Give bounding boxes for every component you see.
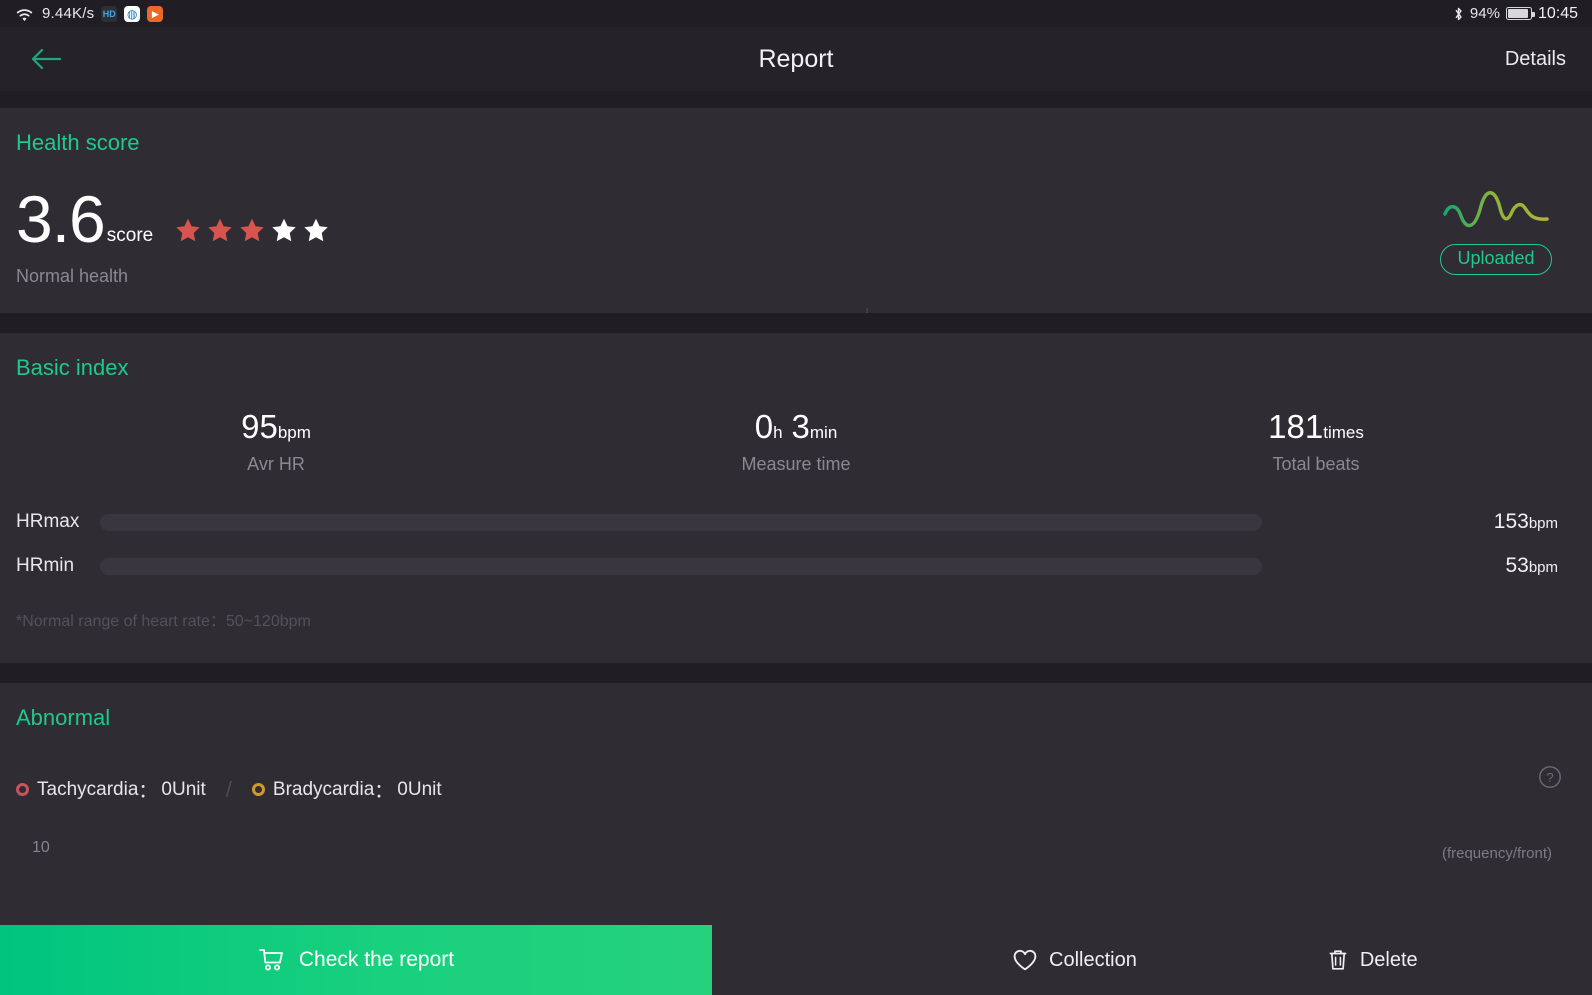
abnormal-title: Abnormal [16, 705, 111, 730]
legend-divider: / [225, 776, 232, 802]
abnormal-legend: Tachycardia ： 0Unit / Bradycardia ： 0Uni… [16, 776, 1576, 803]
hr-min-value: 53bpm [1505, 554, 1576, 578]
hr-max-row: HRmax 153bpm [16, 507, 1576, 537]
hr-max-unit: bpm [1528, 515, 1558, 533]
report-screen: 9.44K/s HD ◍ ▶ 94% 10:45 Report Details … [0, 0, 1592, 995]
trash-icon [1327, 948, 1349, 972]
divider-band-2 [0, 663, 1592, 683]
hr-min-unit: bpm [1528, 559, 1558, 577]
question-mark-icon[interactable]: ? [1538, 765, 1562, 789]
heart-outline-icon [1012, 948, 1038, 972]
check-report-label: Check the report [298, 948, 455, 971]
battery-percent: 94% [1469, 5, 1500, 22]
collection-button[interactable]: Collection [1012, 948, 1137, 972]
metric-avr-hr-value: 95bpm [16, 408, 536, 445]
hr-min-number: 53 [1505, 554, 1529, 578]
hr-max-number: 153 [1493, 510, 1529, 534]
legend-tachycardia: Tachycardia ： 0Unit [16, 776, 206, 803]
divider-band-1 [0, 313, 1592, 333]
bluetooth-icon [1453, 6, 1464, 22]
heart-waveform-icon [1443, 186, 1549, 232]
wifi-icon [14, 6, 35, 22]
health-score-card: Health score 3.6 score Normal health Upl… [0, 108, 1592, 365]
hr-min-track [100, 557, 1262, 575]
bottom-bar-actions: Collection Delete [712, 925, 1592, 995]
normal-range-note: *Normal range of heart rate：50~120bpm [16, 613, 311, 631]
divider-band-top [0, 91, 1592, 108]
tachycardia-value: 0Unit [161, 778, 206, 800]
measure-minutes-unit: min [809, 423, 838, 442]
tachycardia-ring-icon [16, 783, 29, 796]
upload-status: Uploaded [1440, 186, 1552, 275]
delete-label: Delete [1359, 948, 1418, 971]
total-beats-unit: times [1323, 423, 1364, 442]
health-score-unit: score [106, 225, 154, 246]
network-speed: 9.44K/s [42, 5, 95, 22]
star-rating [175, 217, 329, 243]
metric-measure-time-label: Measure time [741, 454, 851, 475]
hr-max-track [100, 513, 1262, 531]
globe-icon: ◍ [124, 5, 141, 22]
tachycardia-separator: ： [138, 781, 158, 802]
collection-label: Collection [1049, 948, 1137, 971]
hr-max-label: HRmax [16, 511, 80, 533]
avr-hr-unit: bpm [277, 423, 311, 442]
hr-bars: HRmax 153bpm HRmin 53bpm [16, 507, 1576, 581]
back-button[interactable] [26, 39, 66, 79]
status-bar-left: 9.44K/s HD ◍ ▶ [14, 5, 164, 22]
bottom-action-bar: Check the report Collection Delete [0, 925, 1592, 995]
clock: 10:45 [1537, 4, 1578, 22]
star-icon-empty-5 [303, 217, 329, 243]
battery-icon [1505, 7, 1535, 20]
bradycardia-label: Bradycardia [272, 778, 375, 800]
measure-hours-unit: h [773, 423, 783, 442]
status-bar-right: 94% 10:45 [1453, 5, 1578, 23]
metric-total-beats-label: Total beats [1272, 454, 1360, 475]
total-beats-number: 181 [1268, 408, 1324, 445]
hr-min-row: HRmin 53bpm [16, 551, 1576, 581]
star-icon-filled-1 [175, 217, 201, 243]
hr-min-label: HRmin [16, 555, 75, 577]
page-title: Report [758, 44, 834, 73]
health-status-text: Normal health [16, 266, 129, 286]
measure-hours: 0 [754, 408, 774, 445]
hr-max-value: 153bpm [1494, 510, 1576, 534]
bradycardia-separator: ： [374, 781, 394, 802]
svg-text:?: ? [1546, 770, 1553, 785]
play-icon: ▶ [147, 5, 164, 22]
hd-icon: HD [101, 5, 118, 22]
avr-hr-number: 95 [241, 408, 278, 445]
metric-total-beats: 181times Total beats [1056, 408, 1576, 475]
metric-avr-hr: 95bpm Avr HR [16, 408, 536, 475]
basic-index-card: Basic index 95bpm Avr HR 0h 3min Measure … [0, 333, 1592, 663]
details-button[interactable]: Details [1505, 48, 1566, 71]
bradycardia-value: 0Unit [397, 778, 442, 800]
metric-total-beats-value: 181times [1056, 408, 1576, 445]
health-score-row: 3.6 score [16, 186, 1576, 252]
star-icon-empty-4 [271, 217, 297, 243]
metric-measure-time: 0h 3min Measure time [536, 408, 1056, 475]
metrics-row: 95bpm Avr HR 0h 3min Measure time 181time… [16, 408, 1576, 475]
basic-index-title: Basic index [16, 355, 129, 380]
check-report-button[interactable]: Check the report [0, 925, 712, 995]
cart-icon [258, 947, 286, 973]
measure-minutes: 3 [791, 408, 810, 445]
metric-avr-hr-label: Avr HR [247, 454, 305, 475]
delete-button[interactable]: Delete [1327, 948, 1418, 972]
star-icon-filled-2 [207, 217, 233, 243]
back-arrow-icon [30, 47, 62, 71]
health-score-title: Health score [16, 130, 140, 155]
app-header: Report Details [0, 27, 1592, 91]
star-icon-filled-3 [239, 217, 265, 243]
tachycardia-label: Tachycardia [37, 778, 139, 800]
y-tick-10: 10 [32, 839, 50, 856]
status-bar: 9.44K/s HD ◍ ▶ 94% 10:45 [0, 0, 1592, 27]
metric-measure-time-value: 0h 3min [536, 408, 1056, 445]
bradycardia-ring-icon [251, 783, 265, 796]
legend-bradycardia: Bradycardia ： 0Unit [251, 776, 442, 803]
health-score-value: 3.6 [16, 182, 106, 256]
uploaded-badge: Uploaded [1440, 244, 1552, 275]
chart-unit-label: (frequency/front) [1441, 845, 1552, 862]
